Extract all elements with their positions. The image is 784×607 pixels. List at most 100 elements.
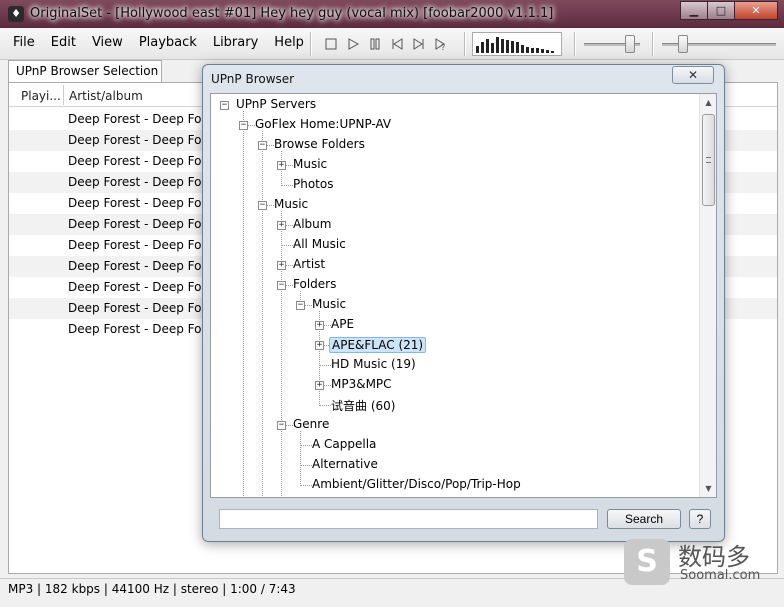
app-icon: ♦ xyxy=(8,6,24,22)
tree-item[interactable]: MP3&MPC xyxy=(329,377,394,391)
help-button[interactable]: ? xyxy=(689,509,711,529)
spectrum-visualizer xyxy=(472,32,562,56)
upnp-tree[interactable]: − UPnP Servers − GoFlex Home:UPNP-AV − Browse… xyxy=(210,93,717,498)
tree-item[interactable]: APE xyxy=(329,317,356,331)
close-icon: ✕ xyxy=(751,4,761,17)
tree-item[interactable]: Alternative xyxy=(310,457,380,471)
spectrum-bar xyxy=(546,50,549,53)
toolbar-separator xyxy=(652,32,654,56)
tree-item[interactable]: A Cappella xyxy=(310,437,378,451)
toolbar-separator xyxy=(310,32,312,56)
spectrum-bar xyxy=(536,48,539,53)
scroll-down-icon[interactable]: ▼ xyxy=(700,480,716,497)
menu-help[interactable]: Help xyxy=(271,35,307,50)
expand-icon[interactable]: + xyxy=(315,321,324,330)
collapse-icon[interactable]: − xyxy=(258,141,267,150)
previous-button[interactable] xyxy=(386,35,408,53)
expand-icon[interactable]: + xyxy=(315,341,324,350)
watermark-logo: S xyxy=(624,539,670,585)
spectrum-bar xyxy=(496,37,499,53)
tree-item[interactable]: Ambient/Glitter/Disco/Pop/Trip-Hop xyxy=(310,477,523,491)
collapse-icon[interactable]: − xyxy=(220,101,229,110)
stop-button[interactable] xyxy=(320,35,342,53)
column-playing[interactable]: Playi... xyxy=(21,89,61,103)
tree-item[interactable]: Album xyxy=(291,217,333,231)
collapse-icon[interactable]: − xyxy=(239,121,248,130)
pause-icon xyxy=(370,38,380,50)
spectrum-bar xyxy=(531,48,534,53)
previous-icon xyxy=(392,38,403,50)
svg-text:?: ? xyxy=(441,43,445,51)
stop-icon xyxy=(325,38,337,50)
next-button[interactable] xyxy=(408,35,430,53)
dialog-close-button[interactable]: ✕ xyxy=(672,66,714,84)
expand-icon[interactable]: + xyxy=(277,161,286,170)
next-icon xyxy=(413,38,424,50)
close-button[interactable]: ✕ xyxy=(734,1,778,20)
collapse-icon[interactable]: − xyxy=(296,301,305,310)
menu-playback[interactable]: Playback xyxy=(136,35,200,50)
toolbar: File Edit View Playback Library Help ? xyxy=(0,28,784,60)
tree-scrollbar[interactable]: ▲ ▼ xyxy=(699,94,716,497)
spectrum-bar xyxy=(486,39,489,53)
scroll-thumb[interactable] xyxy=(702,114,715,206)
tree-item[interactable]: Browse Folders xyxy=(272,137,367,151)
volume-thumb[interactable] xyxy=(625,35,635,53)
play-button[interactable] xyxy=(342,35,364,53)
tree-item[interactable]: Genre xyxy=(291,417,331,431)
scroll-up-icon[interactable]: ▲ xyxy=(700,94,716,111)
column-artist-album[interactable]: Artist/album xyxy=(69,89,143,103)
collapse-icon[interactable]: − xyxy=(258,201,267,210)
pause-button[interactable] xyxy=(364,35,386,53)
tree-item[interactable]: 试音曲 (60) xyxy=(329,397,397,414)
tree-item[interactable]: Music xyxy=(291,157,329,171)
title-bar: ♦ OriginalSet - [Hollywood east #01] Hey… xyxy=(0,0,784,28)
close-icon: ✕ xyxy=(687,68,699,82)
minimize-icon: ▁ xyxy=(689,4,699,17)
spectrum-bar xyxy=(501,39,504,53)
menu-view[interactable]: View xyxy=(89,35,126,50)
menu-edit[interactable]: Edit xyxy=(48,35,79,50)
expand-icon[interactable]: + xyxy=(277,261,286,270)
seek-thumb[interactable] xyxy=(678,35,688,53)
tab-upnp-browser-selection[interactable]: UPnP Browser Selection xyxy=(8,60,162,82)
transport-controls: ? xyxy=(320,35,452,53)
tree-item[interactable]: Music xyxy=(310,297,348,311)
tree-item[interactable]: Folders xyxy=(291,277,338,291)
watermark: S 数码多 Soomal.com xyxy=(624,537,774,587)
spectrum-bar xyxy=(506,40,509,53)
menu-bar: File Edit View Playback Library Help xyxy=(10,35,317,50)
tree-connector xyxy=(243,111,244,497)
column-divider[interactable] xyxy=(63,85,64,105)
dialog-title: UPnP Browser xyxy=(211,72,295,86)
maximize-icon: □ xyxy=(715,4,727,17)
tree-item[interactable]: Photos xyxy=(291,177,335,191)
search-input[interactable] xyxy=(219,509,598,529)
collapse-icon[interactable]: − xyxy=(277,421,286,430)
tree-item[interactable]: UPnP Servers xyxy=(234,97,318,111)
collapse-icon[interactable]: − xyxy=(277,281,286,290)
expand-icon[interactable]: + xyxy=(277,221,286,230)
grip-icon xyxy=(706,157,711,163)
expand-icon[interactable]: + xyxy=(315,381,324,390)
tree-item[interactable]: HD Music (19) xyxy=(329,357,418,371)
menu-library[interactable]: Library xyxy=(210,35,261,50)
tree-connector xyxy=(300,431,301,486)
spectrum-bar xyxy=(516,42,519,53)
upnp-browser-dialog: UPnP Browser ✕ − UPnP Servers − GoFlex Home… xyxy=(202,64,725,542)
maximize-button[interactable]: □ xyxy=(707,1,735,20)
seek-slider[interactable] xyxy=(662,34,776,54)
toolbar-separator xyxy=(574,32,576,56)
tree-item[interactable]: Artist xyxy=(291,257,327,271)
minimize-button[interactable]: ▁ xyxy=(680,1,708,20)
tree-item[interactable]: Music xyxy=(272,197,310,211)
tree-item[interactable]: GoFlex Home:UPNP-AV xyxy=(253,117,393,131)
menu-file[interactable]: File xyxy=(10,35,38,50)
volume-slider[interactable] xyxy=(584,34,640,54)
tree-item-selected[interactable]: APE&FLAC (21) xyxy=(329,337,427,353)
random-button[interactable]: ? xyxy=(430,35,452,53)
search-button[interactable]: Search xyxy=(607,509,681,529)
spectrum-bar xyxy=(551,51,554,53)
watermark-chinese: 数码多 xyxy=(678,543,750,571)
tree-item[interactable]: All Music xyxy=(291,237,348,251)
